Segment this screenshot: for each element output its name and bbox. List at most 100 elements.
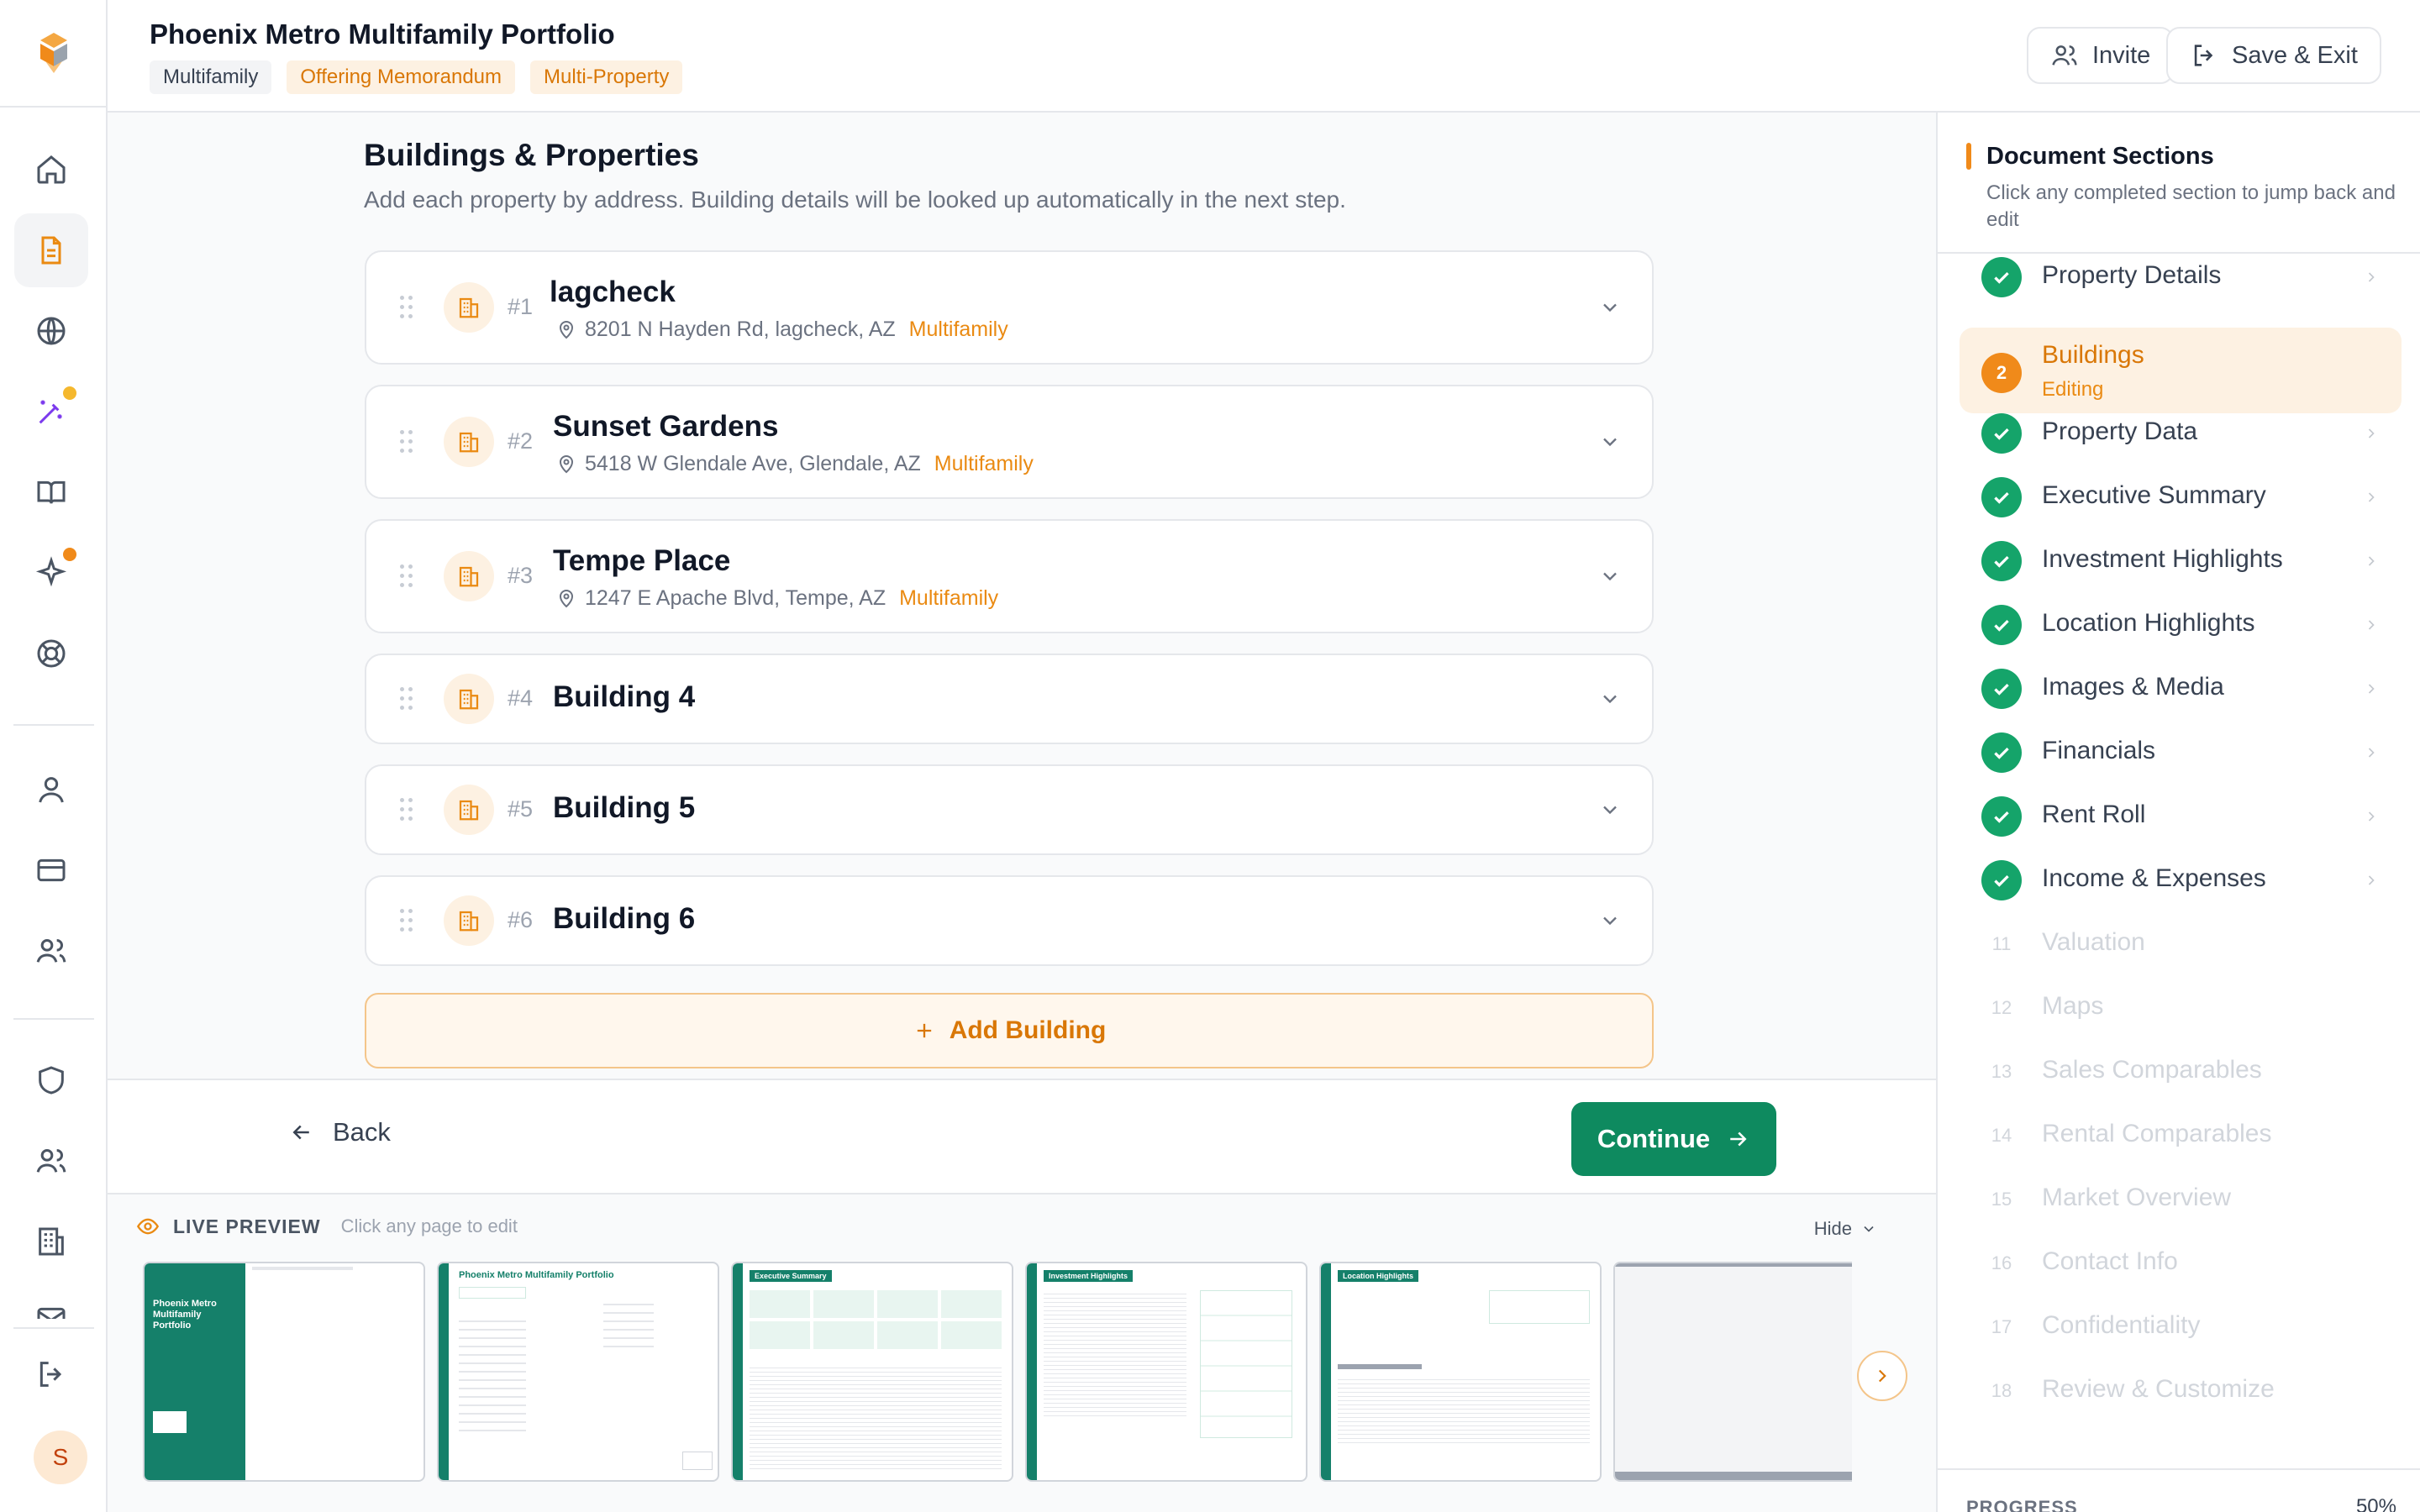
nav-documents[interactable] xyxy=(14,213,88,287)
building-card-2[interactable]: #2 Sunset Gardens 5418 W Glendale Ave, G… xyxy=(365,385,1654,499)
drag-handle-icon[interactable] xyxy=(400,296,413,319)
sidebar-step: 14 Rental Comparables xyxy=(1960,1106,2402,1165)
chevron-down-icon[interactable] xyxy=(1598,296,1622,319)
chevron-down-icon[interactable] xyxy=(1598,430,1622,454)
building-number: #6 xyxy=(508,907,534,932)
avatar[interactable]: S xyxy=(34,1431,87,1484)
arrow-right-icon xyxy=(1730,1131,1747,1147)
step-label: Contact Info xyxy=(2042,1247,2178,1275)
nav-team[interactable] xyxy=(14,1124,88,1198)
nav-support[interactable] xyxy=(14,617,88,690)
building-number: #3 xyxy=(508,563,534,588)
sidebar-step[interactable]: Location Highlights xyxy=(1960,596,2402,654)
page-section-title: Location Highlights xyxy=(1338,1270,1418,1282)
building-card-5[interactable]: #5 Building 5 xyxy=(365,764,1654,855)
users-icon xyxy=(2052,45,2077,66)
preview-page-toc[interactable]: Phoenix Metro Multifamily Portfolio xyxy=(437,1262,719,1482)
nav-home[interactable] xyxy=(14,133,88,207)
building-card-4[interactable]: #4 Building 4 xyxy=(365,654,1654,744)
drag-handle-icon[interactable] xyxy=(400,430,413,454)
drag-handle-icon[interactable] xyxy=(400,798,413,822)
step-label: Property Details xyxy=(2042,261,2222,289)
chevron-down-icon[interactable] xyxy=(1598,564,1622,588)
invite-button[interactable]: Invite xyxy=(2027,27,2175,84)
property-type: Multifamily xyxy=(899,586,999,610)
drag-handle-icon[interactable] xyxy=(400,687,413,711)
hide-preview-button[interactable]: Hide xyxy=(1814,1218,1877,1240)
building-address: 8201 N Hayden Rd, lagcheck, AZ Multifami… xyxy=(556,318,1008,342)
nav-contacts[interactable] xyxy=(14,914,88,988)
sidebar-step[interactable]: Images & Media xyxy=(1960,659,2402,718)
preview-page-cover[interactable]: Phoenix Metro Multifamily Portfolio xyxy=(143,1262,425,1482)
cover-header-line xyxy=(252,1267,353,1270)
save-exit-button[interactable]: Save & Exit xyxy=(2166,27,2381,84)
nav-web[interactable] xyxy=(14,294,88,368)
page-accent-bar xyxy=(1027,1263,1037,1480)
continue-button[interactable]: Continue xyxy=(1571,1102,1776,1176)
sidebar-step[interactable]: Property Details xyxy=(1960,248,2402,307)
sidebar-step[interactable]: Executive Summary xyxy=(1960,468,2402,527)
step-number: 17 xyxy=(1991,1316,2012,1337)
step-navigation: Back Continue xyxy=(108,1079,1936,1194)
page-accent-bar xyxy=(733,1263,743,1480)
step-label: Valuation xyxy=(2042,928,2145,956)
chevron-right-icon xyxy=(2368,428,2375,438)
add-building-button[interactable]: Add Building xyxy=(365,993,1654,1068)
progress-footer: PROGRESS 50% xyxy=(1938,1468,2420,1512)
sidebar-step: 16 Contact Info xyxy=(1960,1234,2402,1293)
building-icon xyxy=(444,551,494,601)
live-preview-hint: Click any page to edit xyxy=(340,1215,518,1236)
preview-page-blank[interactable] xyxy=(1613,1262,1852,1482)
chevron-down-icon[interactable] xyxy=(1598,687,1622,711)
app-logo[interactable] xyxy=(0,0,108,108)
drag-handle-icon[interactable] xyxy=(400,564,413,588)
chevron-right-icon xyxy=(2368,811,2375,822)
nav-messages[interactable] xyxy=(14,1285,88,1319)
nav-profile[interactable] xyxy=(14,753,88,827)
cover-panel xyxy=(145,1263,245,1480)
nav-highlights[interactable] xyxy=(14,536,88,610)
preview-page-executive-summary[interactable]: Executive Summary xyxy=(731,1262,1013,1482)
document-icon xyxy=(41,236,61,265)
drag-handle-icon[interactable] xyxy=(400,909,413,932)
building-card-1[interactable]: #1 lagcheck 8201 N Hayden Rd, lagcheck, … xyxy=(365,250,1654,365)
book-icon xyxy=(37,480,66,504)
sidebar-step[interactable]: Rent Roll xyxy=(1960,787,2402,846)
chevron-right-icon xyxy=(1878,1369,1886,1383)
sidebar-step[interactable]: Property Data xyxy=(1960,404,2402,463)
step-label: Financials xyxy=(2042,737,2156,764)
nav-ai-tools[interactable] xyxy=(14,375,88,449)
step-label: Location Highlights xyxy=(2042,609,2255,637)
nav-logout[interactable] xyxy=(14,1337,88,1411)
building-card-6[interactable]: #6 Building 6 xyxy=(365,875,1654,966)
nav-library[interactable] xyxy=(14,455,88,529)
page-accent-bar xyxy=(439,1263,449,1480)
page-section-title: Executive Summary xyxy=(750,1270,832,1282)
preview-page-investment-highlights[interactable]: Investment Highlights xyxy=(1025,1262,1307,1482)
nav-billing[interactable] xyxy=(14,833,88,907)
nav-properties[interactable] xyxy=(14,1205,88,1278)
sidebar-step[interactable]: 2 Buildings Editing xyxy=(1960,328,2402,413)
left-nav-rail: S xyxy=(0,0,108,1512)
sidebar-step[interactable]: Financials xyxy=(1960,723,2402,782)
nav-security[interactable] xyxy=(14,1043,88,1117)
sidebar-step[interactable]: Investment Highlights xyxy=(1960,532,2402,591)
sidebar-step: 18 Review & Customize xyxy=(1960,1362,2402,1420)
rail-divider xyxy=(13,724,94,726)
preview-next-button[interactable] xyxy=(1857,1351,1907,1401)
check-circle-icon xyxy=(1981,669,2022,709)
add-building-label: Add Building xyxy=(949,1016,1107,1044)
check-circle-icon xyxy=(1981,541,2022,581)
sidebar-step[interactable]: Income & Expenses xyxy=(1960,851,2402,910)
building-name: Tempe Place xyxy=(553,544,731,577)
toc-badge xyxy=(459,1287,526,1299)
check-circle-icon xyxy=(1981,732,2022,773)
exit-icon xyxy=(2194,45,2213,66)
back-button[interactable]: Back xyxy=(289,1117,391,1147)
preview-page-location-highlights[interactable]: Location Highlights xyxy=(1319,1262,1602,1482)
check-circle-icon xyxy=(1981,477,2022,517)
chevron-down-icon[interactable] xyxy=(1598,798,1622,822)
building-card-3[interactable]: #3 Tempe Place 1247 E Apache Blvd, Tempe… xyxy=(365,519,1654,633)
chevron-down-icon[interactable] xyxy=(1598,909,1622,932)
step-label: Images & Media xyxy=(2042,673,2224,701)
